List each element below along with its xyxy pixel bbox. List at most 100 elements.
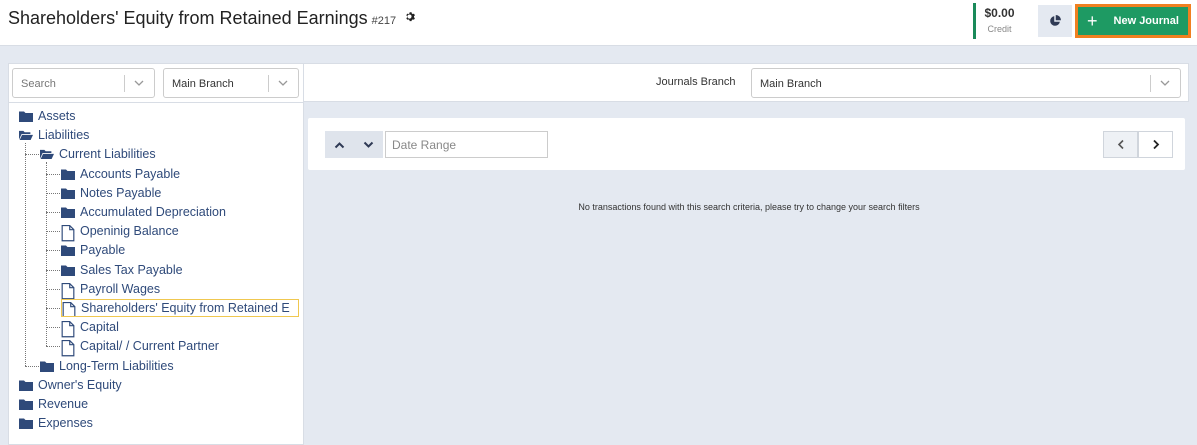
folder-icon [19, 379, 33, 391]
folder-icon [19, 110, 33, 122]
tree-connector [25, 154, 39, 156]
tree-node-label: Owner's Equity [38, 377, 122, 392]
credit-summary: $0.00 Credit [973, 3, 1023, 39]
search-select[interactable]: Search [12, 68, 155, 98]
account-tree-panel: Search Main Branch Assets Liabilities Curr… [8, 63, 304, 445]
tree-filters: Search Main Branch [9, 64, 303, 103]
credit-amount: $0.00 [984, 6, 1015, 20]
tree-node[interactable]: Accounts Payable [61, 165, 180, 183]
tree-connector [46, 162, 47, 347]
folder-icon [61, 206, 75, 218]
tree-node-label: Liabilities [38, 128, 90, 143]
tree-node[interactable]: Capital/ / Current Partner [61, 337, 219, 357]
branch-select[interactable]: Main Branch [163, 68, 299, 98]
tree-connector [25, 365, 39, 367]
tree-node[interactable]: Accumulated Depreciation [61, 203, 226, 221]
chevron-down-icon [278, 80, 288, 86]
tree-node-label: Accumulated Depreciation [80, 205, 226, 219]
tree-node-label: Assets [38, 109, 76, 123]
tree-node-label: Payroll Wages [80, 281, 161, 296]
folder-open-icon [19, 129, 33, 141]
tree-connector [46, 212, 60, 213]
chevron-up-icon [334, 141, 345, 148]
journals-branch-select[interactable]: Main Branch [751, 68, 1181, 98]
page-title-text: Shareholders' Equity from Retained Earni… [8, 8, 368, 28]
tree-node[interactable]: Liabilities [19, 126, 89, 144]
journal-toolbar: Date Range [308, 118, 1185, 170]
tree-node-label: Accounts Payable [80, 166, 181, 181]
journals-branch-value: Main Branch [760, 78, 822, 90]
pie-chart-icon [1050, 15, 1061, 26]
tree-connector [46, 346, 60, 348]
sort-down-button[interactable] [354, 131, 383, 158]
file-icon [61, 225, 75, 242]
journal-number: #217 [371, 15, 397, 27]
branch-value: Main Branch [172, 78, 234, 90]
search-placeholder: Search [21, 78, 56, 90]
tree-connector [25, 143, 26, 366]
folder-icon [61, 244, 75, 257]
chart-button[interactable] [1038, 5, 1072, 37]
empty-state-message: No transactions found with this search c… [578, 202, 920, 212]
tree-node-label: Sales Tax Payable [80, 262, 183, 277]
tree-node[interactable]: Sales Tax Payable [61, 261, 183, 279]
tree-connector [46, 173, 60, 175]
tree-node[interactable]: Openinig Balance [61, 222, 179, 242]
file-icon [61, 340, 75, 357]
folder-open-icon [40, 148, 54, 160]
tree-node-label: Capital [80, 320, 119, 335]
tree-node-label: Capital/ / Current Partner [80, 339, 219, 354]
tree-connector [46, 288, 60, 290]
tree-node-label: Current Liabilities [59, 147, 156, 162]
credit-label: Credit [987, 24, 1012, 34]
tree-node[interactable]: Assets [19, 107, 76, 125]
tree-node[interactable]: Capital [61, 318, 119, 338]
account-tree: Assets Liabilities Current Liabilities Acco… [9, 104, 303, 444]
tree-connector [46, 231, 60, 233]
journals-branch-bar: Journals Branch Main Branch [304, 63, 1189, 102]
folder-icon [61, 187, 75, 199]
tree-node[interactable]: Current Liabilities [40, 145, 156, 163]
file-icon [61, 321, 75, 338]
folder-icon [40, 360, 54, 372]
gear-icon[interactable] [404, 11, 416, 25]
prev-page-button[interactable] [1103, 131, 1138, 158]
tree-node-label: Shareholders' Equity from Retained E [81, 301, 290, 315]
sort-up-button[interactable] [325, 131, 354, 158]
chevron-down-icon [363, 141, 374, 148]
tree-node[interactable]: Payroll Wages [61, 280, 161, 300]
tree-connector [46, 250, 60, 252]
file-icon [61, 282, 75, 300]
date-range-input[interactable]: Date Range [385, 131, 548, 158]
next-page-button[interactable] [1138, 131, 1173, 158]
page-header: Shareholders' Equity from Retained Earni… [0, 0, 1197, 46]
tree-connector [46, 269, 60, 271]
tree-node-label: Payable [80, 243, 126, 258]
new-journal-label: New Journal [1113, 15, 1179, 27]
chevron-down-icon [134, 80, 144, 86]
chevron-right-icon [1152, 139, 1159, 150]
new-journal-button[interactable]: + New Journal [1075, 4, 1191, 38]
plus-icon: + [1087, 11, 1098, 31]
file-icon [62, 302, 76, 316]
chevron-down-icon [1160, 80, 1170, 86]
tree-node[interactable]: Shareholders' Equity from Retained E [61, 299, 299, 317]
tree-connector [46, 192, 60, 194]
tree-node-label: Revenue [38, 397, 89, 411]
folder-icon [61, 264, 75, 276]
folder-icon [19, 417, 33, 430]
tree-connector [46, 308, 60, 309]
tree-node[interactable]: Payable [61, 241, 125, 259]
tree-node[interactable]: Owner's Equity [19, 376, 122, 394]
select-separator [1150, 75, 1151, 92]
folder-icon [19, 398, 33, 410]
tree-node[interactable]: Expenses [19, 414, 93, 432]
tree-node[interactable]: Notes Payable [61, 184, 161, 202]
folder-icon [61, 168, 75, 180]
tree-node[interactable]: Revenue [19, 395, 88, 413]
tree-node[interactable]: Long-Term Liabilities [40, 357, 174, 375]
tree-node-label: Expenses [38, 416, 93, 431]
page-title: Shareholders' Equity from Retained Earni… [8, 8, 416, 29]
chevron-left-icon [1117, 139, 1124, 150]
tree-connector [46, 327, 60, 329]
